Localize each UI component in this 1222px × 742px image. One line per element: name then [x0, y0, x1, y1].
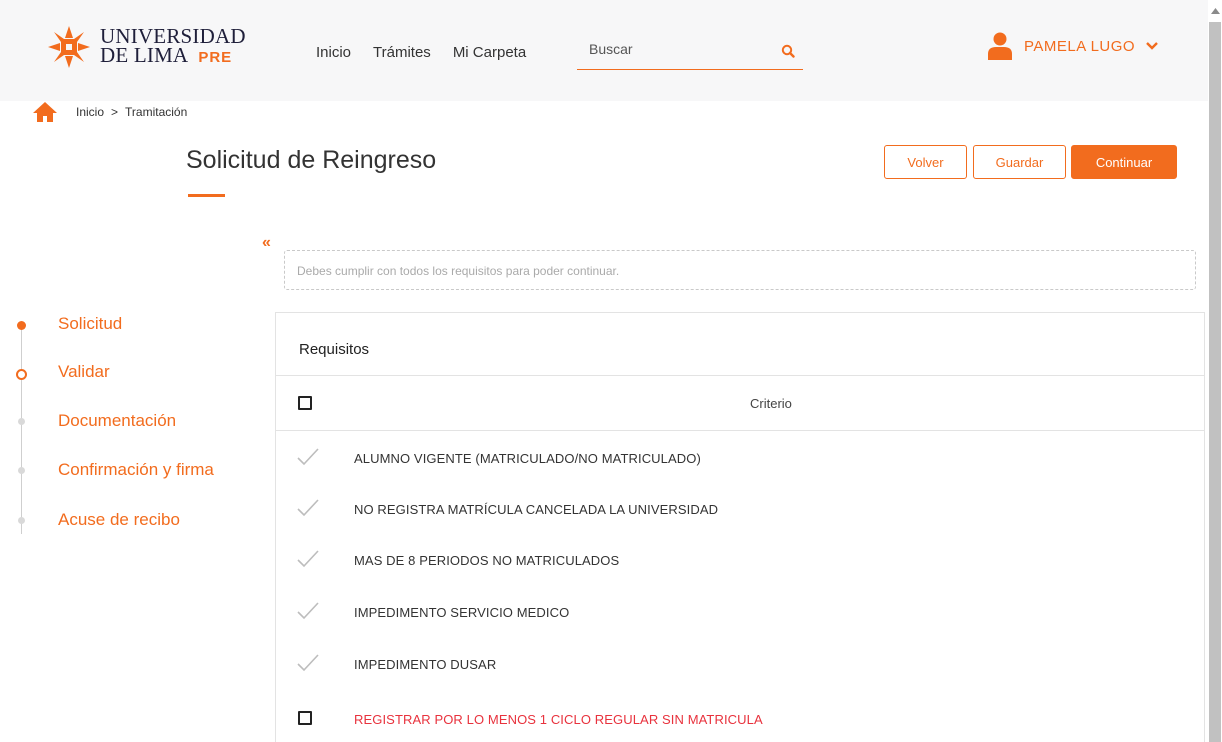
- breadcrumb-inicio[interactable]: Inicio: [76, 105, 104, 119]
- step-done-icon: [17, 321, 26, 330]
- step-pending-icon: [18, 517, 25, 524]
- guardar-button[interactable]: Guardar: [973, 145, 1066, 179]
- university-logo-icon: [48, 26, 90, 68]
- step-label: Documentación: [58, 411, 177, 430]
- table-header: Criterio: [276, 375, 1204, 431]
- nav-inicio[interactable]: Inicio: [316, 44, 351, 61]
- select-all-checkbox[interactable]: [298, 396, 312, 410]
- volver-button[interactable]: Volver: [884, 145, 967, 179]
- university-logo[interactable]: UNIVERSIDAD DE LIMA PRE: [46, 24, 246, 70]
- check-icon: [297, 499, 319, 517]
- search-input[interactable]: [589, 41, 769, 57]
- criterion-text: ALUMNO VIGENTE (MATRICULADO/NO MATRICULA…: [354, 451, 701, 466]
- main-nav: Inicio Trámites Mi Carpeta: [316, 44, 526, 61]
- column-criterio: Criterio: [750, 396, 792, 411]
- collapse-sidebar-icon[interactable]: «: [262, 234, 271, 252]
- criterion-text: IMPEDIMENTO SERVICIO MEDICO: [354, 605, 570, 620]
- logo-wordmark: UNIVERSIDAD DE LIMA PRE: [100, 26, 246, 67]
- chevron-down-icon[interactable]: [1145, 41, 1159, 51]
- step-current-icon: [16, 369, 27, 380]
- step-label: Solicitud: [58, 314, 123, 333]
- user-name: PAMELA LUGO: [1024, 37, 1136, 55]
- requirements-notice: Debes cumplir con todos los requisitos p…: [284, 250, 1196, 290]
- user-icon: [988, 32, 1012, 60]
- breadcrumb-separator: >: [111, 105, 119, 119]
- check-icon: [297, 550, 319, 568]
- table-row: MAS DE 8 PERIODOS NO MATRICULADOS: [276, 535, 1204, 587]
- home-icon[interactable]: [32, 101, 58, 123]
- panel-title: Requisitos: [299, 341, 370, 358]
- criterion-text: REGISTRAR POR LO MENOS 1 CICLO REGULAR S…: [354, 712, 763, 727]
- criterion-text: NO REGISTRA MATRÍCULA CANCELADA LA UNIVE…: [354, 502, 719, 517]
- continuar-button[interactable]: Continuar: [1071, 145, 1177, 179]
- breadcrumb: Inicio > Tramitación: [32, 101, 187, 123]
- nav-mi-carpeta[interactable]: Mi Carpeta: [453, 44, 526, 61]
- criterion-text: IMPEDIMENTO DUSAR: [354, 657, 497, 672]
- check-icon: [297, 602, 319, 620]
- scroll-up-icon[interactable]: [1211, 8, 1220, 14]
- criterion-text: MAS DE 8 PERIODOS NO MATRICULADOS: [354, 553, 620, 568]
- row-checkbox[interactable]: [298, 711, 312, 725]
- pre-badge: PRE: [198, 49, 233, 66]
- top-header: UNIVERSIDAD DE LIMA PRE Inicio Trámites M…: [0, 0, 1208, 101]
- check-icon: [297, 654, 319, 672]
- table-row: IMPEDIMENTO SERVICIO MEDICO: [276, 587, 1204, 639]
- requisitos-panel: Requisitos Criterio ALUMNO VIGENTE (MATR…: [275, 312, 1205, 742]
- logo-line-2: DE LIMA: [100, 43, 189, 67]
- search-icon[interactable]: [781, 44, 795, 58]
- step-pending-icon: [18, 418, 25, 425]
- table-row: REGISTRAR POR LO MENOS 1 CICLO REGULAR S…: [276, 694, 1204, 742]
- stepper-line: [21, 322, 22, 534]
- step-label: Acuse de recibo: [58, 510, 180, 529]
- search-box: [577, 34, 803, 70]
- title-underline: [188, 194, 225, 197]
- nav-tramites[interactable]: Trámites: [373, 44, 431, 61]
- step-pending-icon: [18, 467, 25, 474]
- step-label: Validar: [58, 362, 110, 381]
- table-row: NO REGISTRA MATRÍCULA CANCELADA LA UNIVE…: [276, 484, 1204, 536]
- breadcrumb-tramitacion: Tramitación: [125, 105, 188, 119]
- table-row: IMPEDIMENTO DUSAR: [276, 639, 1204, 691]
- scrollbar-thumb[interactable]: [1209, 22, 1221, 742]
- check-icon: [297, 448, 319, 466]
- table-row: ALUMNO VIGENTE (MATRICULADO/NO MATRICULA…: [276, 433, 1204, 485]
- page-title: Solicitud de Reingreso: [186, 146, 437, 174]
- step-label: Confirmación y firma: [58, 460, 214, 479]
- user-menu[interactable]: PAMELA LUGO: [988, 32, 1159, 60]
